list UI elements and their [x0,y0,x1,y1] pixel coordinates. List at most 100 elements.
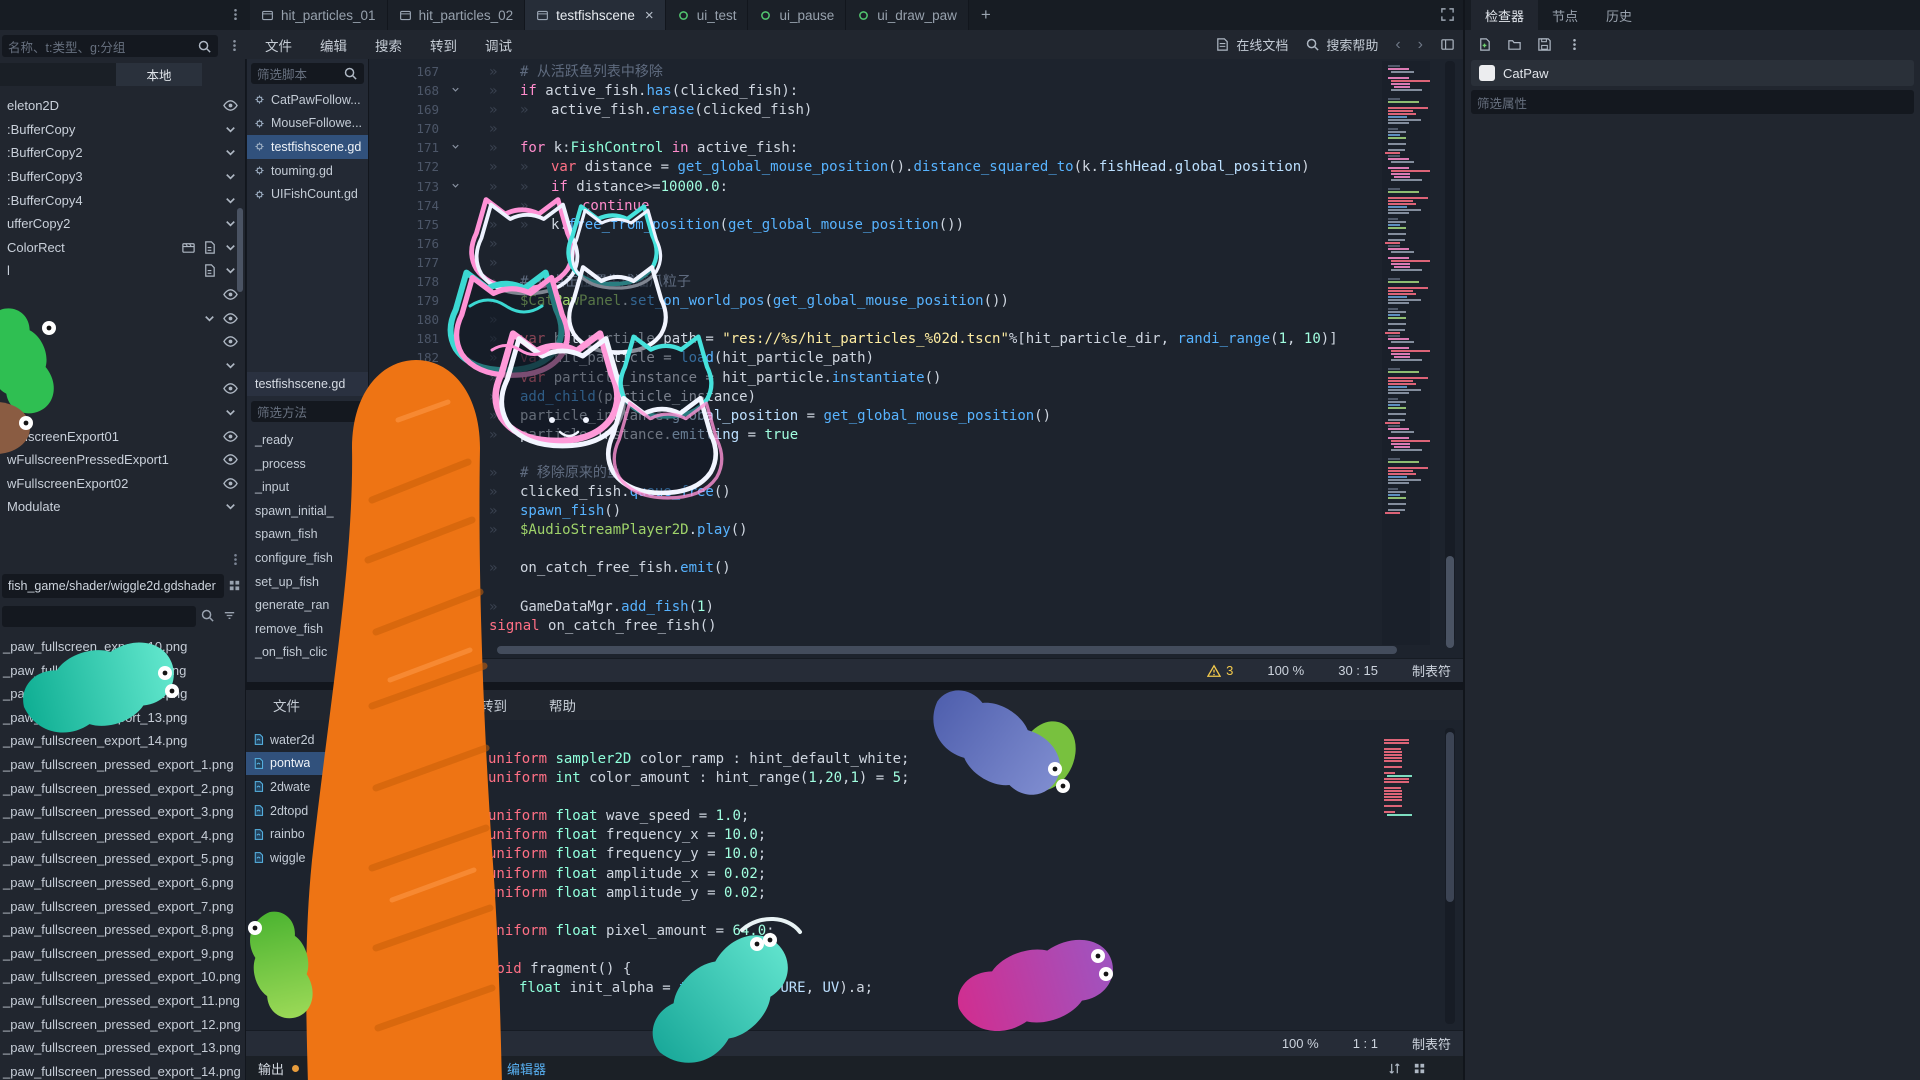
code-line[interactable]: 192 [369,539,1393,558]
tree-node[interactable]: l [0,259,245,283]
scene-tab[interactable]: ui_draw_paw [846,0,969,30]
code-lines[interactable]: 167»# 从活跃鱼列表中移除168»if active_fish.has(cl… [369,62,1393,642]
shader-file-item[interactable]: rainbo [246,822,368,846]
sort-icon[interactable] [222,608,237,623]
code-line[interactable]: 173»»if distance>=10000.0: [369,177,1393,196]
method-item[interactable]: _on_fish_clic [247,641,368,665]
code-line[interactable]: 189»clicked_fish.queue_free() [369,482,1393,501]
menu-item[interactable]: 编辑 [306,30,361,59]
filesystem-path[interactable]: fish_game/shader/wiggle2d.gdshader [2,574,224,598]
code-line[interactable]: 178»# 在点击位置生成猫爪粒子 [369,272,1393,291]
tree-node[interactable]: FullscreenExport01 [0,424,245,448]
panel-layout-icon[interactable] [1412,1061,1427,1076]
scrollbar-grabber[interactable] [1446,732,1454,902]
code-minimap[interactable] [1382,61,1430,645]
inspector-tab[interactable]: 历史 [1592,0,1646,30]
tree-node[interactable] [0,377,245,401]
tree-node[interactable] [0,401,245,425]
menu-item[interactable]: 调试 [471,30,526,59]
scene-tab[interactable]: hit_particles_02 [388,0,526,30]
chevron-icon[interactable] [223,263,238,278]
code-line[interactable]: 2uniform int color_amount : hint_range(1… [368,768,1393,787]
layout-icon[interactable] [1440,37,1455,52]
tree-node[interactable]: Modulate [0,495,245,519]
method-item[interactable]: _process [247,453,368,477]
inspector-options-icon[interactable] [1567,37,1582,52]
shader-file-item[interactable]: water2d [246,728,368,752]
history-back-icon[interactable]: ‹ [1395,36,1400,54]
tab-close-icon[interactable]: × [645,7,654,24]
vertical-scrollbar[interactable] [1445,61,1455,642]
inspector-tab[interactable]: 节点 [1538,0,1592,30]
tree-node[interactable] [0,354,245,378]
tree-node[interactable] [0,330,245,354]
remote-tab[interactable] [0,63,116,86]
code-line[interactable]: 195»GameDataMgr.add_fish(1) [369,597,1393,616]
tree-node[interactable]: :BufferCopy [0,118,245,142]
online-docs-button[interactable]: 在线文档 [1215,35,1288,54]
code-line[interactable]: 182»var hit_particle = load(hit_particle… [369,348,1393,367]
tree-node[interactable]: eleton2D [0,94,245,118]
scene-tab[interactable]: ui_test [666,0,749,30]
file-item[interactable]: _paw_fullscreen_export_10.png [0,635,245,659]
scene-tab[interactable]: hit_particles_01 [250,0,388,30]
file-item[interactable]: _paw_fullscreen_pressed_export_9.png [0,942,245,966]
swap-panel-icon[interactable] [1387,1061,1402,1076]
menu-item[interactable]: 文件 [251,30,306,59]
method-item[interactable]: configure_fish [247,547,368,571]
code-line[interactable]: 180» [369,310,1393,329]
tree-node[interactable]: wFullscreenExport02 [0,472,245,496]
file-item[interactable]: _paw_fullscreen_pressed_export_13.png [0,1036,245,1060]
code-line[interactable]: 168»if active_fish.has(clicked_fish): [369,81,1393,100]
file-item[interactable]: _paw_fullscreen_export_13.png [0,706,245,730]
chevron-icon[interactable] [223,145,238,160]
shader-file-item[interactable]: pontwa [246,752,368,776]
file-filter-input[interactable] [2,606,196,627]
code-line[interactable]: 172»»var distance = get_global_mouse_pos… [369,157,1393,176]
scene-tab[interactable]: ui_pause [748,0,846,30]
file-item[interactable]: _paw_fullscreen_pressed_export_14.png [0,1060,245,1080]
fold-icon[interactable] [445,82,465,101]
output-button[interactable]: 输出 [246,1059,299,1078]
code-line[interactable]: 6uniform float frequency_y = 10.0; [368,844,1393,863]
shader-menu-item[interactable]: 文件 [252,695,321,715]
history-forward-icon[interactable]: › [1418,36,1423,54]
code-line[interactable]: 196signal on_catch_free_fish() [369,616,1393,635]
method-item[interactable]: remove_fish [247,618,368,642]
script-item[interactable]: touming.gd [247,159,368,183]
chevron-icon[interactable] [223,216,238,231]
code-line[interactable]: 5uniform float frequency_x = 10.0; [368,825,1393,844]
property-filter-input[interactable]: 筛选属性 [1471,90,1914,114]
code-line[interactable]: 187 [369,444,1393,463]
shader-file-item[interactable]: wiggle [246,846,368,870]
tree-node[interactable] [0,283,245,307]
tree-node[interactable]: :BufferCopy4 [0,188,245,212]
load-resource-icon[interactable] [1507,37,1522,52]
edited-resource[interactable]: CatPaw [1471,60,1914,86]
method-item[interactable]: set_up_fish [247,571,368,595]
new-resource-icon[interactable] [1477,37,1492,52]
zoom-level[interactable]: 100 % [1282,1036,1319,1051]
shader-file-item[interactable]: 2dtopd [246,799,368,823]
code-line[interactable]: 4uniform float wave_speed = 1.0; [368,806,1393,825]
code-line[interactable]: 13»float init_alpha = texture(TEXTURE, U… [368,978,1393,997]
caret-position[interactable]: 1 : 1 [1353,1036,1378,1051]
visibility-icon[interactable] [223,311,238,326]
tree-node[interactable]: ColorRect [0,236,245,260]
file-item[interactable]: _paw_fullscreen_pressed_export_3.png [0,800,245,824]
code-line[interactable]: 3 [368,787,1393,806]
tree-node[interactable]: wFullscreenPressedExport1 [0,448,245,472]
file-item[interactable]: _paw_fullscreen_pressed_export_11.png [0,989,245,1013]
script-item[interactable]: UIFishCount.gd [247,182,368,206]
search-help-button[interactable]: 搜索帮助 [1305,35,1378,54]
file-item[interactable]: _paw_fullscreen_pressed_export_12.png [0,1013,245,1037]
code-line[interactable]: 190»spawn_fish() [369,501,1393,520]
file-item[interactable]: _paw_fullscreen_pressed_export_7.png [0,895,245,919]
add-scene-tab-button[interactable]: + [969,0,1003,30]
clapper-icon[interactable] [181,240,196,255]
chevron-icon[interactable] [223,122,238,137]
code-line[interactable]: 169»»active_fish.erase(clicked_fish) [369,100,1393,119]
chevron-icon[interactable] [223,358,238,373]
scene-tab[interactable]: testfishscene× [525,0,666,30]
script-icon[interactable] [202,240,217,255]
